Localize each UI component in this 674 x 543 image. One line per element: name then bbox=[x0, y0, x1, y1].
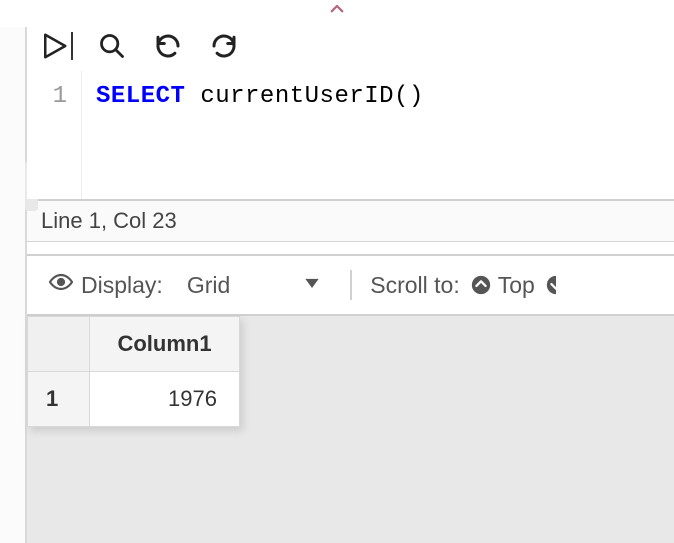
results-toolbar: Display: Grid Scroll to: Top bbox=[27, 256, 674, 316]
table-row[interactable]: 1 1976 bbox=[28, 372, 240, 427]
run-icon[interactable] bbox=[37, 29, 71, 63]
code-text[interactable]: SELECT currentUserID() bbox=[82, 71, 424, 199]
display-mode-value: Grid bbox=[187, 272, 230, 299]
results-grid-area: Column1 1 1976 bbox=[27, 316, 674, 543]
scroll-to-group: Scroll to: Top bbox=[370, 272, 567, 299]
line-number: 1 bbox=[27, 83, 67, 110]
results-table: Column1 1 1976 bbox=[27, 316, 240, 427]
chevron-down-icon bbox=[302, 272, 322, 299]
table-corner bbox=[28, 317, 90, 372]
row-number: 1 bbox=[28, 372, 90, 427]
cell-value[interactable]: 1976 bbox=[90, 372, 240, 427]
cursor-position: Line 1, Col 23 bbox=[41, 208, 177, 233]
undo-icon[interactable] bbox=[151, 29, 185, 63]
run-divider bbox=[71, 32, 73, 60]
display-mode-select[interactable]: Grid bbox=[177, 272, 332, 299]
eye-icon bbox=[49, 270, 73, 300]
sql-keyword: SELECT bbox=[96, 83, 185, 110]
display-label: Display: bbox=[81, 272, 163, 299]
display-label-group: Display: bbox=[49, 270, 163, 300]
editor-status-bar: Line 1, Col 23 bbox=[27, 199, 674, 242]
editor-toolbar bbox=[27, 27, 674, 71]
main-area: 1 SELECT currentUserID() Line 1, Col 23 … bbox=[0, 27, 674, 543]
code-editor[interactable]: 1 SELECT currentUserID() bbox=[27, 71, 674, 199]
left-panel-gutter[interactable] bbox=[0, 27, 27, 543]
panel-splitter[interactable] bbox=[27, 242, 674, 256]
column-header[interactable]: Column1 bbox=[90, 317, 240, 372]
line-number-gutter: 1 bbox=[27, 71, 82, 199]
scroll-to-label: Scroll to: bbox=[370, 272, 459, 299]
content-pane: 1 SELECT currentUserID() Line 1, Col 23 … bbox=[27, 27, 674, 543]
table-header-row: Column1 bbox=[28, 317, 240, 372]
scroll-bottom-button[interactable] bbox=[545, 274, 567, 296]
scroll-top-label: Top bbox=[498, 272, 535, 299]
scroll-top-button[interactable]: Top bbox=[470, 272, 535, 299]
toolbar-separator bbox=[350, 270, 352, 300]
redo-icon[interactable] bbox=[207, 29, 241, 63]
sql-expression: currentUserID() bbox=[185, 83, 423, 110]
run-button-group bbox=[37, 29, 73, 63]
search-icon[interactable] bbox=[95, 29, 129, 63]
collapse-panel-button[interactable] bbox=[0, 0, 674, 27]
